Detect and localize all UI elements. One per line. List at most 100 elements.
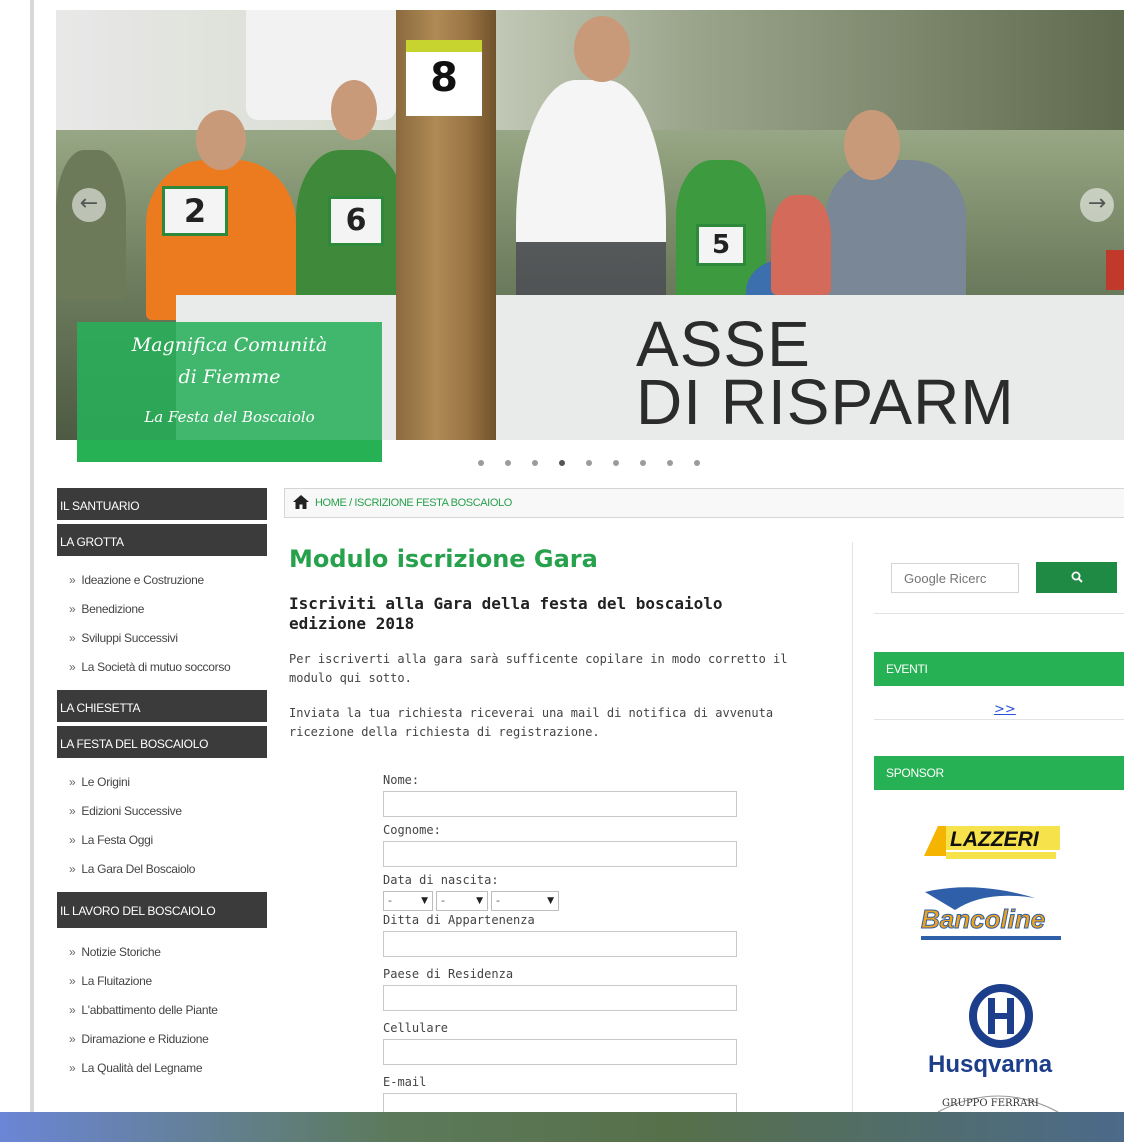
- sidebar-item[interactable]: » Diramazione e Riduzione: [57, 1025, 267, 1054]
- bullet-icon: »: [69, 1032, 76, 1046]
- sidebar-item-label: Ideazione e Costruzione: [81, 573, 204, 587]
- slider-dot[interactable]: [640, 460, 646, 466]
- hero-person: [826, 160, 966, 300]
- paese-label: Paese di Residenza: [383, 967, 514, 981]
- sidebar-item-label: La Fluitazione: [81, 974, 152, 988]
- sidebar-item[interactable]: » L'abbattimento delle Piante: [57, 996, 267, 1025]
- bullet-icon: »: [69, 862, 76, 876]
- hero-person-head: [574, 16, 630, 82]
- sidebar-item[interactable]: » Edizioni Successive: [57, 797, 267, 826]
- hero-red-strip: [1106, 250, 1124, 290]
- main-content: Modulo iscrizione Gara Iscriviti alla Ga…: [289, 540, 849, 1119]
- taskbar-strip: [0, 1112, 1124, 1142]
- slider-dot[interactable]: [586, 460, 592, 466]
- slider-dots: [478, 460, 700, 474]
- bullet-icon: »: [69, 833, 76, 847]
- logo-line-3: La Festa del Boscaiolo: [144, 408, 315, 426]
- dob-selects: - ▼ - ▼ - ▼: [383, 891, 739, 911]
- bullet-icon: »: [69, 573, 76, 587]
- sponsor-ferrari-logo[interactable]: GRUPPO FERRARI: [928, 1084, 1068, 1114]
- slider-dot[interactable]: [613, 460, 619, 466]
- sponsor-lazzeri-text: LAZZERI: [950, 828, 1040, 851]
- slider-next-arrow-icon[interactable]: →: [1080, 188, 1114, 222]
- sponsor-ferrari-text: GRUPPO FERRARI: [942, 1098, 1039, 1109]
- sidebar-submenu: » Le Origini » Edizioni Successive » La Festa…: [57, 762, 267, 892]
- sidebar-category[interactable]: LA CHIESETTA: [57, 690, 267, 726]
- sidebar-item[interactable]: » Notizie Storiche: [57, 938, 267, 967]
- chevron-down-icon: ▼: [476, 896, 483, 906]
- sidebar-submenu: » Ideazione e Costruzione » Benedizione » Svi…: [57, 560, 267, 690]
- breadcrumb: HOME / ISCRIZIONE FESTA BOSCAIOLO: [284, 488, 1124, 518]
- dob-month-select[interactable]: - ▼: [436, 891, 488, 911]
- sidebar-item[interactable]: » Le Origini: [57, 768, 267, 797]
- search-button[interactable]: [1036, 562, 1117, 593]
- content-divider: [852, 542, 853, 1112]
- slider-dot[interactable]: [559, 460, 565, 466]
- bullet-icon: »: [69, 660, 76, 674]
- chevron-down-icon: ▼: [421, 896, 428, 906]
- email-label: E-mail: [383, 1075, 427, 1089]
- sidebar-category[interactable]: LA GROTTA: [57, 524, 267, 560]
- sidebar-item[interactable]: » La Qualità del Legname: [57, 1054, 267, 1083]
- slider-dot[interactable]: [667, 460, 673, 466]
- cellulare-input[interactable]: [383, 1039, 737, 1065]
- logo-green-bar: [77, 440, 382, 462]
- logo-line-2: di Fiemme: [178, 366, 281, 388]
- sponsor-husqvarna-logo[interactable]: Husqvarna: [922, 978, 1080, 1078]
- sidebar-menu: IL SANTUARIO LA GROTTA » Ideazione e Costru…: [57, 488, 267, 1091]
- slider-dot[interactable]: [478, 460, 484, 466]
- cognome-input[interactable]: [383, 841, 737, 867]
- sidebar-item-label: Benedizione: [81, 602, 145, 616]
- dob-year-select[interactable]: - ▼: [491, 891, 559, 911]
- eventi-heading: EVENTI: [874, 652, 1124, 686]
- ditta-label: Ditta di Appartenenza: [383, 913, 535, 927]
- slider-prev-arrow-icon[interactable]: ←: [72, 188, 106, 222]
- hero-bib: 2: [162, 186, 228, 236]
- slider-dot[interactable]: [532, 460, 538, 466]
- home-icon[interactable]: [293, 495, 309, 509]
- site-logo[interactable]: Magnifica Comunità di Fiemme La Festa de…: [77, 322, 382, 462]
- sidebar-item-label: La Festa Oggi: [81, 833, 153, 847]
- sidebar-category[interactable]: IL LAVORO DEL BOSCAIOLO: [57, 892, 267, 932]
- search-input[interactable]: [891, 563, 1019, 593]
- page-subtitle: Iscriviti alla Gara della festa del bosc…: [289, 594, 723, 633]
- paese-input[interactable]: [383, 985, 737, 1011]
- slider-dot[interactable]: [505, 460, 511, 466]
- hero-bib: 6: [328, 196, 384, 246]
- hero-person-head: [331, 80, 377, 140]
- bullet-icon: »: [69, 631, 76, 645]
- eventi-more-link[interactable]: >>: [994, 702, 1016, 717]
- sponsor-heading: SPONSOR: [874, 756, 1124, 790]
- sidebar-item-label: Le Origini: [81, 775, 130, 789]
- sidebar-category[interactable]: IL SANTUARIO: [57, 488, 267, 524]
- sponsor-bancoline-logo[interactable]: Bancoline: [915, 880, 1065, 950]
- sidebar-item[interactable]: » La Fluitazione: [57, 967, 267, 996]
- sidebar-item-label: La Società di mutuo soccorso: [81, 660, 231, 674]
- sidebar-item[interactable]: » Benedizione: [57, 595, 267, 624]
- nome-input[interactable]: [383, 791, 737, 817]
- intro-paragraph: Per iscriverti alla gara sarà sufficente…: [289, 652, 788, 685]
- registration-form: Nome: Cognome: Data di nascita: - ▼ - ▼ - ▼…: [383, 771, 739, 1123]
- hero-person: [771, 195, 831, 295]
- hero-pole-number: 8: [406, 40, 482, 116]
- sponsor-lazzeri-logo[interactable]: LAZZERI: [920, 820, 1062, 864]
- sidebar-item[interactable]: » La Festa Oggi: [57, 826, 267, 855]
- sidebar-category[interactable]: LA FESTA DEL BOSCAIOLO: [57, 726, 267, 762]
- bullet-icon: »: [69, 974, 76, 988]
- sidebar-item[interactable]: » La Gara Del Boscaiolo: [57, 855, 267, 884]
- slider-dot[interactable]: [694, 460, 700, 466]
- sidebar-item[interactable]: » La Società di mutuo soccorso: [57, 653, 267, 682]
- hero-person: [56, 150, 126, 300]
- ditta-input[interactable]: [383, 931, 737, 957]
- bullet-icon: »: [69, 1003, 76, 1017]
- breadcrumb-home-link[interactable]: HOME: [315, 497, 347, 509]
- sidebar-item-label: Edizioni Successive: [81, 804, 182, 818]
- sidebar-item[interactable]: » Ideazione e Costruzione: [57, 566, 267, 595]
- chevron-down-icon: ▼: [547, 896, 554, 906]
- cognome-label: Cognome:: [383, 823, 441, 837]
- sidebar-rule: [874, 719, 1124, 720]
- nome-label: Nome:: [383, 773, 420, 787]
- sponsor-husqvarna-text: Husqvarna: [928, 1051, 1053, 1078]
- sidebar-item[interactable]: » Sviluppi Successivi: [57, 624, 267, 653]
- dob-day-select[interactable]: - ▼: [383, 891, 433, 911]
